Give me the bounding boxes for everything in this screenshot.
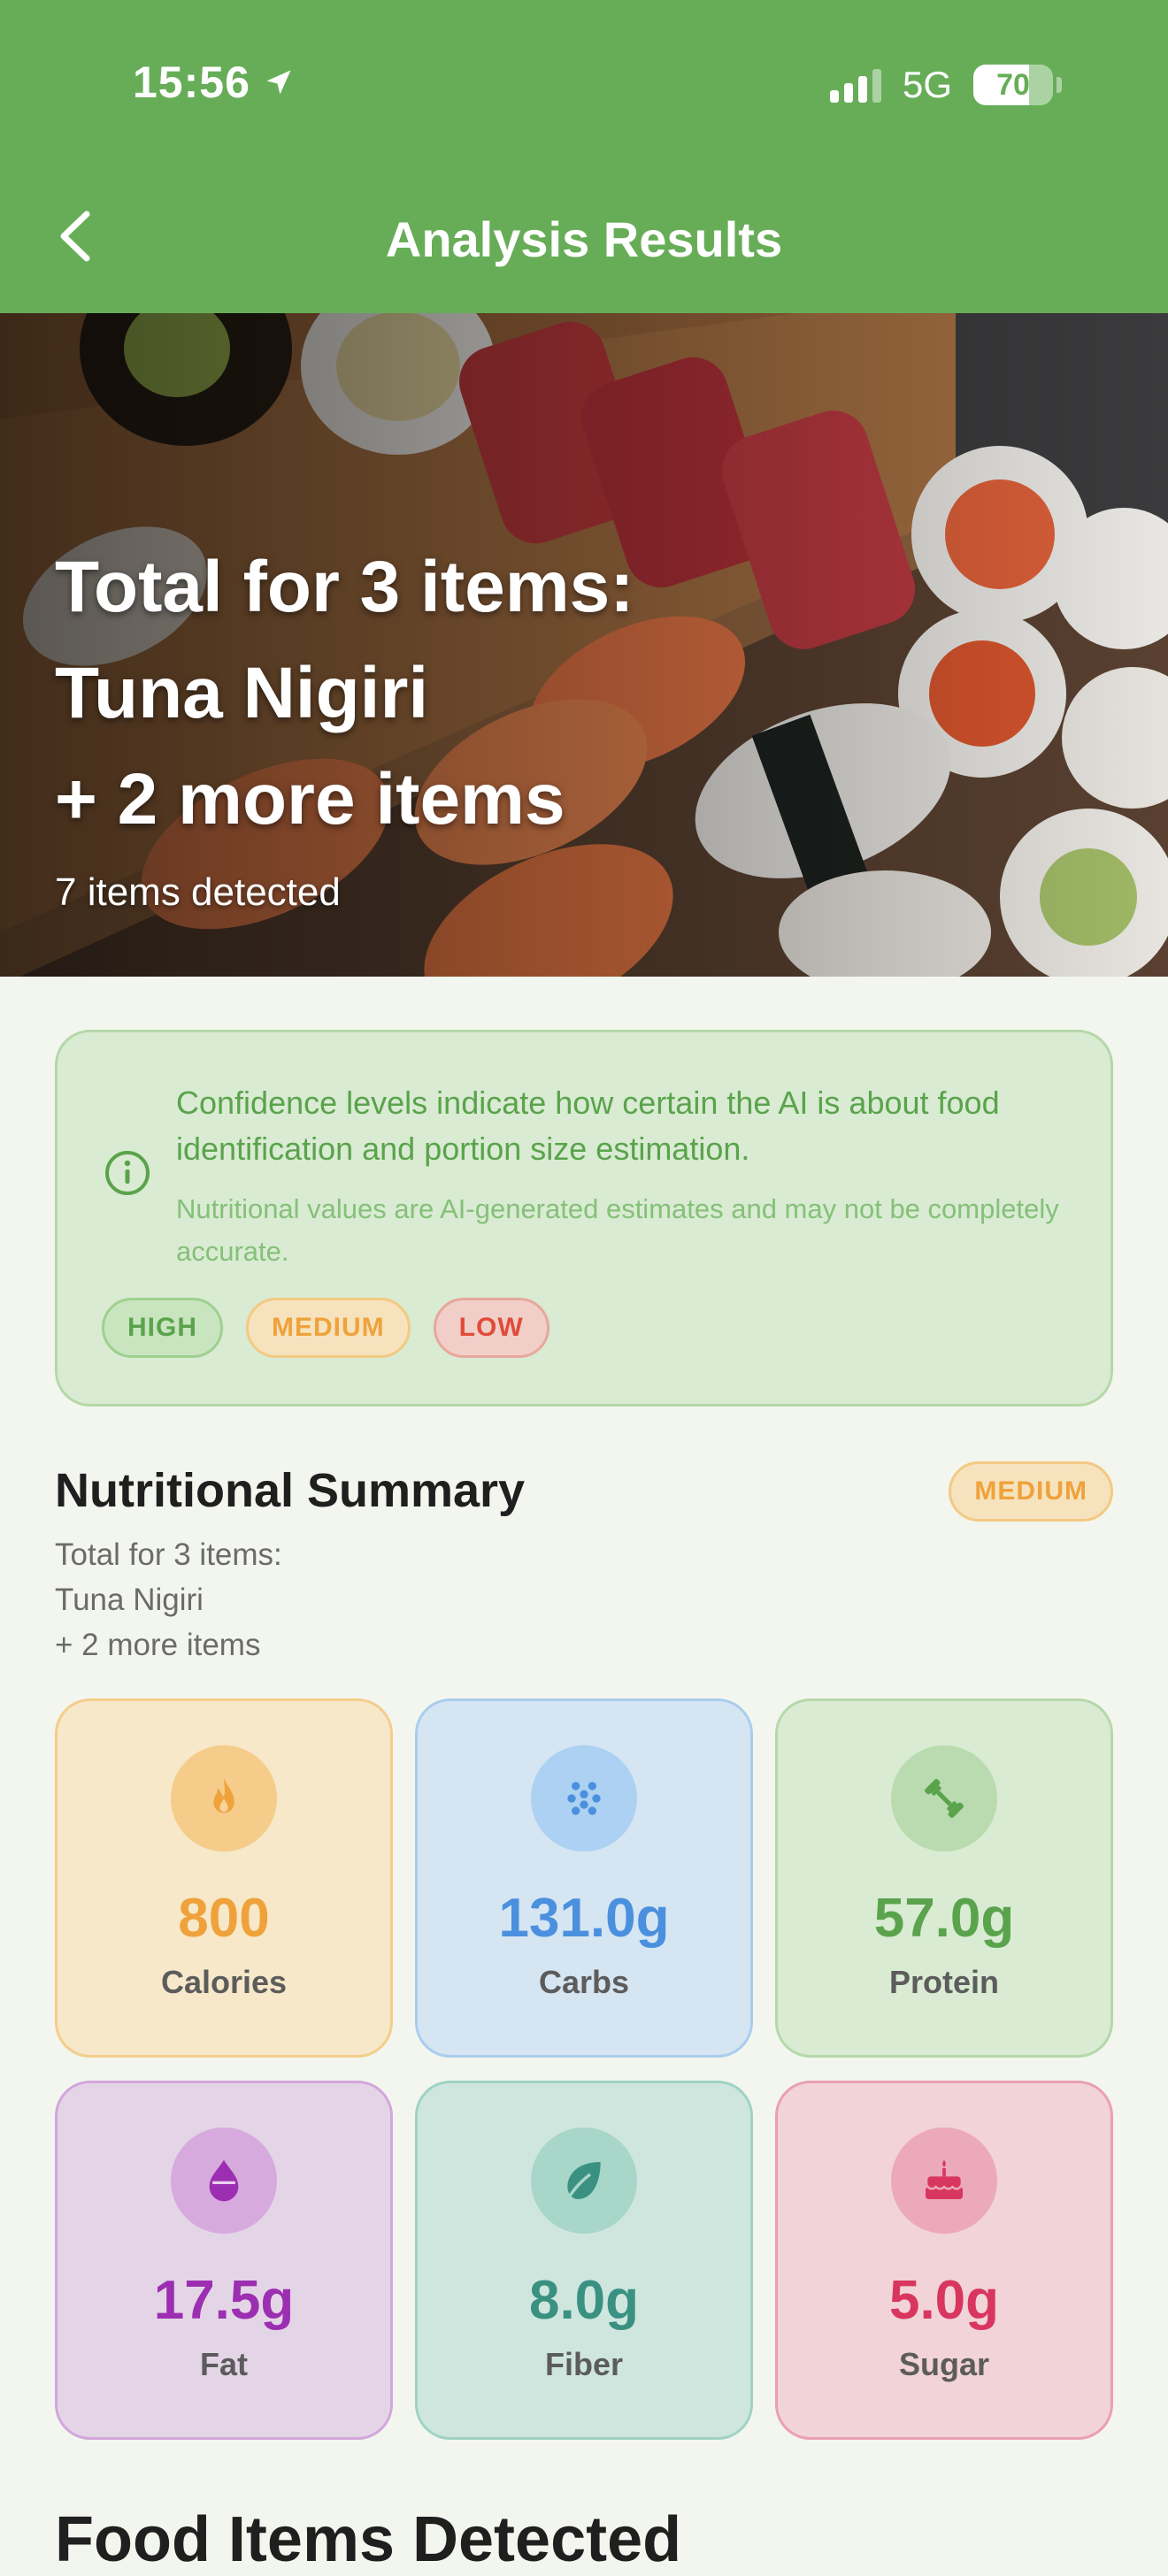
battery-icon: 70 (973, 65, 1053, 105)
droplet-icon (209, 2159, 239, 2202)
flame-icon (213, 1777, 234, 1813)
fat-icon-circle (171, 2128, 277, 2234)
leaf-icon (565, 2162, 601, 2200)
summary-confidence-badge: MEDIUM (949, 1461, 1113, 1522)
calories-label: Calories (160, 1964, 288, 2000)
signal-icon (829, 67, 881, 103)
items-detected-count: 7 items detected (55, 870, 341, 914)
hero-title-line-3: + 2 more items (55, 759, 565, 840)
accuracy-disclaimer: Nutritional values are AI-generated esti… (176, 1193, 1059, 1267)
cake-icon (926, 2159, 963, 2199)
fiber-icon-circle (531, 2128, 637, 2234)
summary-sub-line-2: Tuna Nigiri (55, 1583, 204, 1617)
confidence-legend: HIGH MEDIUM LOW (102, 1298, 549, 1358)
summary-sub-line-1: Total for 3 items: (55, 1537, 282, 1572)
dumbbell-icon (925, 1779, 964, 1818)
badge-medium: MEDIUM (949, 1461, 1113, 1522)
hero-caption: Total for 3 items: Tuna Nigiri + 2 more … (55, 534, 634, 915)
nutrient-tile-protein: 57.0g Protein (775, 1698, 1113, 2058)
nutrient-tile-carbs: 131.0g Carbs (415, 1698, 753, 2058)
battery-cap (1057, 77, 1062, 93)
status-indicators: 5G 70 (829, 64, 1062, 106)
carbs-label: Carbs (538, 1964, 630, 2000)
calories-icon-circle (171, 1745, 277, 1852)
location-arrow-icon (266, 70, 291, 95)
page-title: Analysis Results (385, 211, 783, 267)
sugar-value: 5.0g (888, 2270, 1000, 2331)
network-type: 5G (902, 64, 952, 105)
info-icon (105, 1151, 150, 1195)
fat-label: Fat (200, 2346, 248, 2382)
fiber-label: Fiber (544, 2346, 623, 2382)
protein-value: 57.0g (873, 1888, 1015, 1949)
confidence-info-card: Confidence levels indicate how certain t… (55, 1030, 1113, 1407)
sugar-label: Sugar (898, 2346, 990, 2382)
app-header: 15:56 5G 70 Analysis Results (0, 0, 1168, 313)
fiber-value: 8.0g (528, 2270, 640, 2331)
summary-title: Nutritional Summary (55, 1464, 526, 1517)
carbs-value: 131.0g (498, 1888, 670, 1949)
food-items-section-title: Food Items Detected (55, 2504, 682, 2575)
carbs-icon-circle (531, 1745, 637, 1852)
chip-medium: MEDIUM (246, 1298, 411, 1358)
nutrient-tile-fat: 17.5g Fat (55, 2081, 393, 2440)
chip-low: LOW (433, 1298, 549, 1358)
protein-icon-circle (891, 1745, 997, 1852)
summary-sub-line-3: + 2 more items (55, 1628, 261, 1662)
sugar-icon-circle (891, 2128, 997, 2234)
grain-icon (567, 1782, 601, 1815)
nutrient-tile-calories: 800 Calories (55, 1698, 393, 2058)
hero-title-line-1: Total for 3 items: (55, 547, 634, 627)
status-time: 15:56 (133, 57, 295, 108)
status-time-text: 15:56 (133, 58, 250, 107)
summary-subtitle: Total for 3 items: Tuna Nigiri + 2 more … (55, 1532, 282, 1668)
nutrient-tile-fiber: 8.0g Fiber (415, 2081, 753, 2440)
food-photo: Total for 3 items: Tuna Nigiri + 2 more … (0, 313, 1168, 977)
calories-value: 800 (178, 1888, 270, 1949)
fat-value: 17.5g (153, 2270, 295, 2331)
chip-high: HIGH (102, 1298, 223, 1358)
battery-level: 70 (996, 67, 1030, 102)
confidence-explanation: Confidence levels indicate how certain t… (176, 1085, 1000, 1167)
hero-title-line-2: Tuna Nigiri (55, 653, 429, 733)
nutrient-tile-sugar: 5.0g Sugar (775, 2081, 1113, 2440)
protein-label: Protein (888, 1964, 999, 2000)
